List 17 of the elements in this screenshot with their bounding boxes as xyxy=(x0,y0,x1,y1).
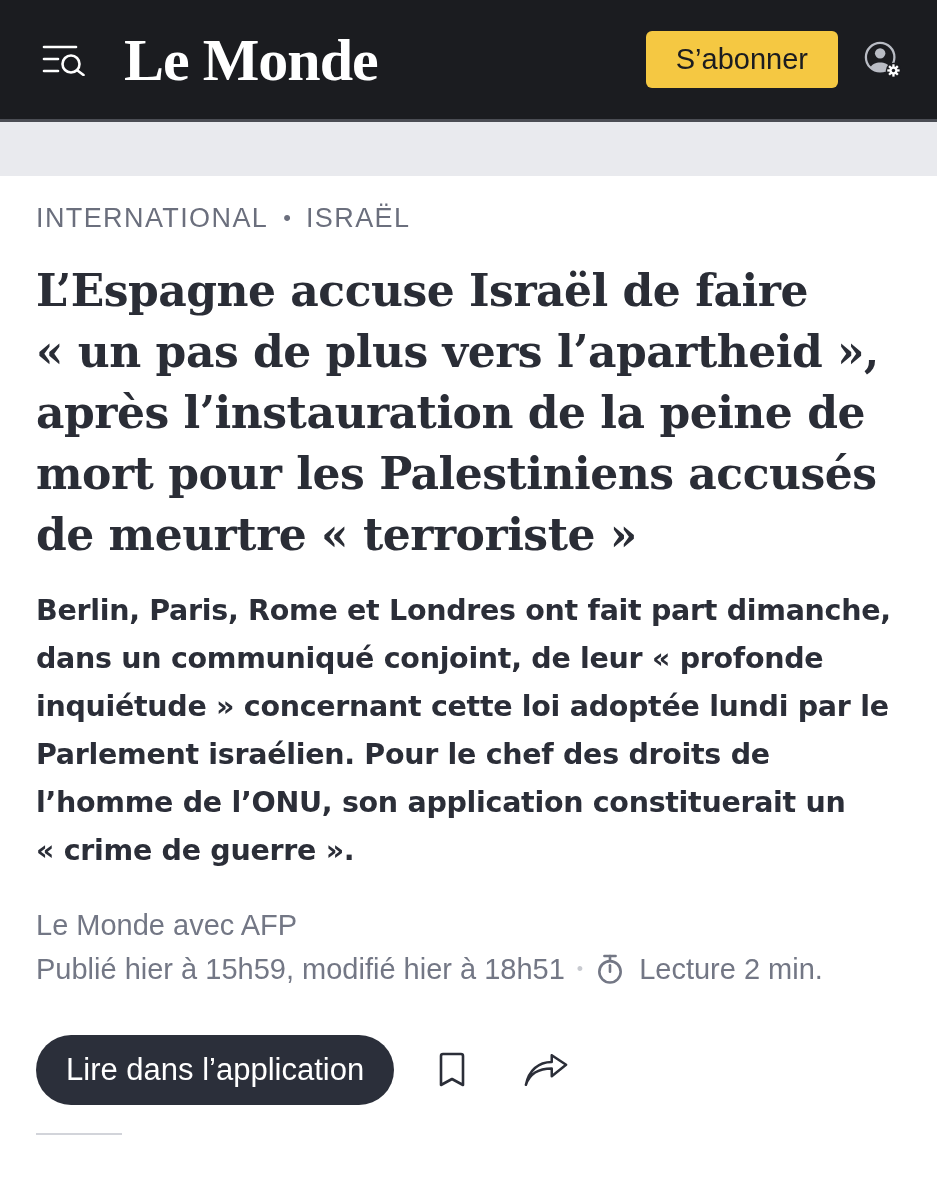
separator: • xyxy=(576,958,584,981)
headline: L’Espagne accuse Israël de faire « un pas de plus vers l’apartheid », après l’instauration de la peine de mort pour les Palestiniens accusés de meurtre « terroriste » xyxy=(36,264,880,562)
reading-time: Lecture 2 min. xyxy=(639,952,823,987)
bookmark-icon[interactable] xyxy=(438,1052,467,1088)
menu-search-icon[interactable] xyxy=(42,43,86,76)
subscribe-button[interactable]: S’abonner xyxy=(645,31,838,88)
open-in-app-button[interactable]: Lire dans l’application xyxy=(36,1035,395,1105)
section-link[interactable]: INTERNATIONAL xyxy=(36,202,269,234)
standfirst-text: Berlin, Paris, Rome et Londres ont fait part dimanche, dans un communiqué conjoint, de leur « profonde inquiétude » concernant cette loi adoptée lundi par le Parlement israélien. Pour le chef des droits de l’homme de l’ONU, son application constituerait un « crime de guerre ». xyxy=(36,593,892,869)
separator: • xyxy=(283,205,291,231)
share-icon[interactable] xyxy=(524,1053,569,1087)
publication-date: Publié hier à 15h59, modifié hier à 18h51 xyxy=(36,952,565,987)
section-link[interactable]: ISRAËL xyxy=(305,202,411,234)
stopwatch-icon xyxy=(597,954,624,984)
logo[interactable]: Le Monde xyxy=(124,29,378,90)
account-settings-icon[interactable] xyxy=(864,40,902,79)
author-line: Le Monde avec AFP xyxy=(36,908,299,943)
